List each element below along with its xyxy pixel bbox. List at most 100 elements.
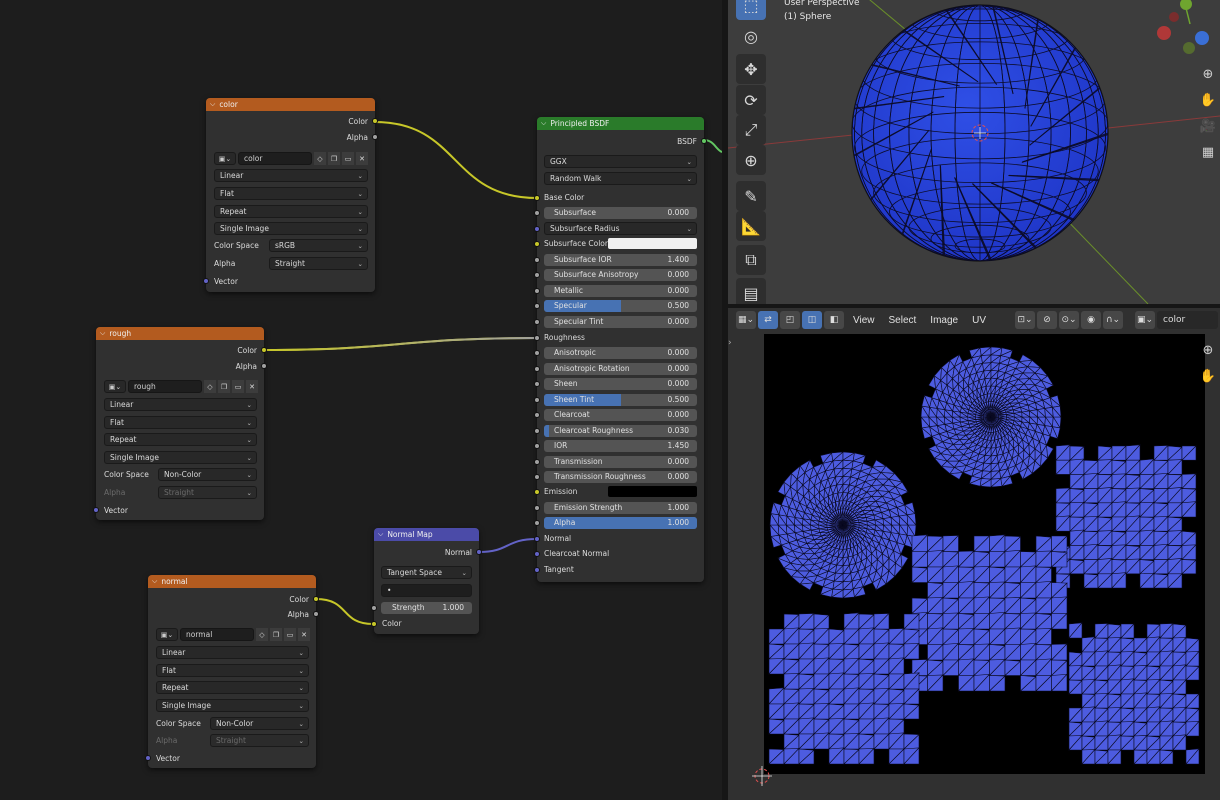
duplicate-icon[interactable]: ❐: [328, 152, 340, 165]
pivot-dropdown[interactable]: ⊡⌄: [1015, 311, 1035, 329]
slider-specular[interactable]: Specular 0.500: [544, 300, 697, 312]
folder-icon[interactable]: ▭: [284, 628, 296, 641]
socket-input[interactable]: [534, 288, 540, 294]
node-header[interactable]: ⌵ Normal Map: [374, 528, 479, 541]
socket-input[interactable]: [534, 443, 540, 449]
socket-bsdf-out[interactable]: [701, 138, 707, 144]
socket-input[interactable]: [534, 319, 540, 325]
scale-tool[interactable]: ⤢: [736, 115, 766, 145]
node-header[interactable]: ⌵ color: [206, 98, 375, 111]
collapse-chevron-icon[interactable]: ⌵: [210, 100, 215, 109]
uv-editor[interactable]: ▦⌄ ⇄ ◰ ◫ ◧ View Select Image UV ⊡⌄ ⊘ ⊙⌄ …: [728, 308, 1220, 800]
socket-input[interactable]: [534, 412, 540, 418]
socket-vector-in[interactable]: [203, 278, 209, 284]
space-dropdown[interactable]: Tangent Space ⌄: [381, 566, 472, 579]
extension-dropdown[interactable]: Repeat ⌄: [214, 205, 368, 218]
node-header[interactable]: ⌵ normal: [148, 575, 316, 588]
slider-clearcoat-roughness[interactable]: Clearcoat Roughness 0.030: [544, 425, 697, 437]
socket-input[interactable]: [534, 257, 540, 263]
proportional-edit-toggle[interactable]: ◉: [1081, 311, 1101, 329]
socket-input[interactable]: [534, 303, 540, 309]
node-header[interactable]: ⌵ Principled BSDF: [537, 117, 704, 130]
vertex-select-mode[interactable]: ◰: [780, 311, 800, 329]
pan-hand-icon[interactable]: ✋: [1198, 366, 1218, 386]
socket-alpha-out[interactable]: [372, 134, 378, 140]
socket-input[interactable]: [534, 381, 540, 387]
socket-input[interactable]: [534, 366, 540, 372]
subsurface-radius-dropdown[interactable]: Subsurface Radius ⌄: [544, 222, 697, 235]
transform-tool[interactable]: ⊕: [736, 145, 766, 175]
menu-select[interactable]: Select: [889, 315, 917, 326]
image-name-field[interactable]: rough: [128, 380, 202, 393]
image-selector[interactable]: ▣⌄ rough ◇ ❐ ▭ ✕: [104, 380, 258, 393]
slider-subsurface[interactable]: Subsurface 0.000: [544, 207, 697, 219]
socket-input[interactable]: [534, 272, 540, 278]
add-cube-tool[interactable]: ⧉: [736, 245, 766, 275]
extension-dropdown[interactable]: Repeat ⌄: [104, 433, 257, 446]
socket-roughness-in[interactable]: [534, 335, 540, 341]
source-dropdown[interactable]: Single Image ⌄: [214, 222, 368, 235]
interpolation-dropdown[interactable]: Linear ⌄: [104, 398, 257, 411]
socket-clearcoat-normal-in[interactable]: [534, 551, 540, 557]
socket-input[interactable]: [534, 520, 540, 526]
camera-icon[interactable]: 🎥: [1198, 116, 1218, 136]
slider-subsurface-ior[interactable]: Subsurface IOR 1.400: [544, 254, 697, 266]
editor-type-button[interactable]: ▦⌄: [736, 311, 756, 329]
select-box-tool[interactable]: ⬚: [736, 0, 766, 20]
socket-vector-in[interactable]: [145, 755, 151, 761]
socket-input[interactable]: [534, 505, 540, 511]
socket-input[interactable]: [534, 428, 540, 434]
image-texture-node-normal[interactable]: ⌵ normal Color Alpha ▣⌄ normal ◇ ❐ ▭ ✕ Li…: [145, 575, 319, 768]
collapse-chevron-icon[interactable]: ⌵: [100, 329, 105, 338]
socket-input[interactable]: [534, 397, 540, 403]
node-header[interactable]: ⌵ rough: [96, 327, 264, 340]
subsurface-color-swatch[interactable]: [608, 238, 697, 249]
rotate-tool[interactable]: ⟳: [736, 85, 766, 115]
image-browse-button[interactable]: ▣⌄: [156, 628, 178, 641]
grid-view-icon[interactable]: ▦: [1198, 142, 1218, 162]
cursor-tool[interactable]: ◎: [736, 21, 766, 51]
sync-selection-toggle[interactable]: ⇄: [758, 311, 778, 329]
socket-input[interactable]: [534, 350, 540, 356]
slider-sheen-tint[interactable]: Sheen Tint 0.500: [544, 394, 697, 406]
slider-transmission-roughness[interactable]: Transmission Roughness 0.000: [544, 471, 697, 483]
slider-transmission[interactable]: Transmission 0.000: [544, 456, 697, 468]
extension-dropdown[interactable]: Repeat ⌄: [156, 681, 309, 694]
slider-anisotropic-rotation[interactable]: Anisotropic Rotation 0.000: [544, 363, 697, 375]
slider-ior[interactable]: IOR 1.450: [544, 440, 697, 452]
folder-icon[interactable]: ▭: [342, 152, 354, 165]
color-space-dropdown[interactable]: Non-Color ⌄: [210, 717, 309, 730]
slider-alpha[interactable]: Alpha 1.000: [544, 517, 697, 529]
zoom-icon[interactable]: ⊕: [1198, 340, 1218, 360]
projection-dropdown[interactable]: Flat ⌄: [156, 664, 309, 677]
falloff-dropdown[interactable]: ∩⌄: [1103, 311, 1123, 329]
normal-map-node[interactable]: ⌵ Normal Map Normal Tangent Space ⌄ • Stre…: [371, 528, 482, 634]
uv-canvas[interactable]: [764, 334, 1205, 774]
image-name-field[interactable]: normal: [180, 628, 254, 641]
slider-sheen[interactable]: Sheen 0.000: [544, 378, 697, 390]
slider-emission-strength[interactable]: Emission Strength 1.000: [544, 502, 697, 514]
pan-hand-icon[interactable]: ✋: [1198, 90, 1218, 110]
socket-color-out[interactable]: [261, 347, 267, 353]
socket-alpha-out[interactable]: [313, 611, 319, 617]
socket-normal-in[interactable]: [534, 536, 540, 542]
edge-select-mode[interactable]: ◫: [802, 311, 822, 329]
snap-toggle[interactable]: ⊘: [1037, 311, 1057, 329]
socket-color-in[interactable]: [371, 621, 377, 627]
snap-dropdown[interactable]: ⊙⌄: [1059, 311, 1079, 329]
annotate-tool[interactable]: ✎: [736, 181, 766, 211]
emission-color-swatch[interactable]: [608, 486, 697, 497]
distribution-dropdown[interactable]: GGX ⌄: [544, 155, 697, 168]
slider-anisotropic[interactable]: Anisotropic 0.000: [544, 347, 697, 359]
collapse-chevron-icon[interactable]: ⌵: [152, 577, 157, 586]
duplicate-icon[interactable]: ❐: [218, 380, 230, 393]
face-select-mode[interactable]: ◧: [824, 311, 844, 329]
socket-strength-in[interactable]: [371, 605, 377, 611]
measure-tool[interactable]: 📐: [736, 211, 766, 241]
slider-metallic[interactable]: Metallic 0.000: [544, 285, 697, 297]
duplicate-icon[interactable]: ❐: [270, 628, 282, 641]
image-name-field[interactable]: color: [238, 152, 312, 165]
socket-tangent-in[interactable]: [534, 567, 540, 573]
folder-icon[interactable]: ▭: [232, 380, 244, 393]
socket-subsurface-color-in[interactable]: [534, 241, 540, 247]
